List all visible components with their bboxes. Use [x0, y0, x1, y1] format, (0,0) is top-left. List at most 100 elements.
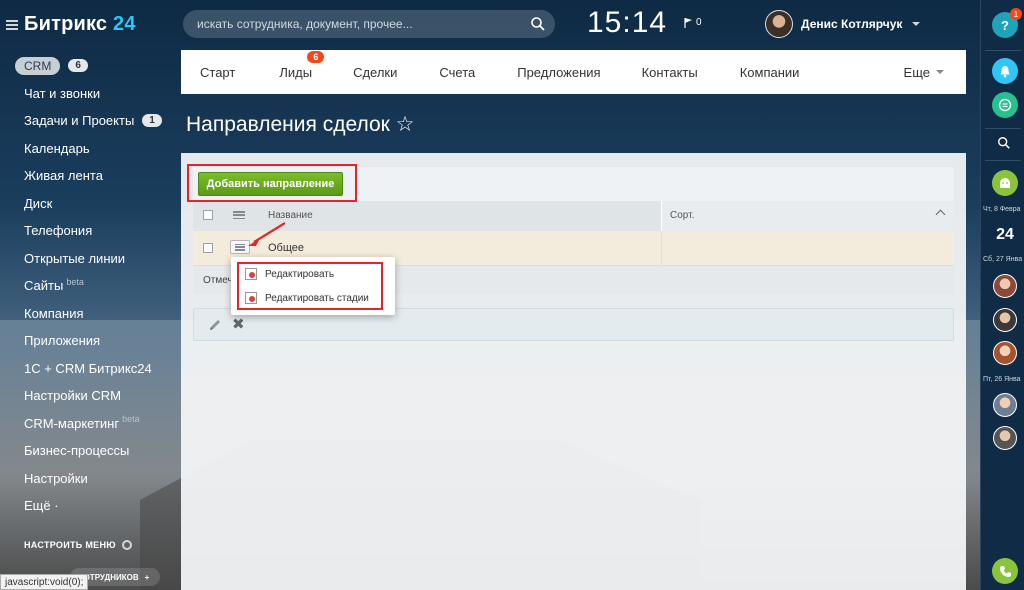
chat-button[interactable]	[992, 92, 1018, 118]
sidebar-item-apps[interactable]: Приложения	[0, 327, 170, 355]
divider	[985, 160, 1021, 161]
sidebar-item-label: Календарь	[24, 140, 90, 156]
sidebar-count-badge: 1	[142, 114, 162, 128]
row-checkbox[interactable]	[203, 243, 213, 253]
sidebar-item-crm[interactable]: CRM 6	[0, 52, 170, 80]
phone-button[interactable]	[992, 558, 1018, 584]
chevron-down-icon	[936, 70, 944, 74]
tab-leads[interactable]: Лиды 6	[279, 50, 325, 80]
chevron-down-icon	[912, 22, 921, 26]
sidebar-item-1c[interactable]: 1С + CRM Битрикс24	[0, 355, 170, 383]
tab-start[interactable]: Старт	[200, 65, 235, 80]
phone-icon	[999, 565, 1011, 577]
android-icon	[1000, 178, 1010, 188]
select-all-checkbox[interactable]	[203, 210, 213, 220]
sidebar-item-label: Чат и звонки	[24, 85, 101, 101]
search-icon[interactable]	[997, 136, 1011, 150]
divider	[985, 50, 1021, 51]
sidebar-item-chat[interactable]: Чат и звонки	[0, 80, 170, 108]
logo-text: Битрикс	[24, 13, 108, 35]
beta-label: beta	[66, 276, 84, 287]
avatar[interactable]	[993, 274, 1017, 298]
sidebar-item-feed[interactable]: Живая лента	[0, 162, 170, 190]
sidebar-item-more[interactable]: Ещё ·	[0, 492, 170, 520]
chat-icon	[998, 98, 1012, 112]
clock[interactable]: 15:14	[587, 6, 667, 40]
user-menu[interactable]: Денис Котлярчук	[765, 10, 921, 38]
sidebar-item-label: Настройки	[24, 470, 88, 486]
sidebar-item-sites[interactable]: Сайты beta	[0, 272, 170, 300]
bitrix24-icon: 24	[996, 226, 1014, 243]
page-title: Направления сделок ☆	[186, 113, 415, 136]
sidebar-item-label: Бизнес-процессы	[24, 443, 130, 459]
plus-icon: +	[144, 572, 150, 582]
tune-menu-link[interactable]: НАСТРОИТЬ МЕНЮ	[24, 540, 132, 550]
android-app-button[interactable]	[992, 170, 1018, 196]
sidebar-item-settings[interactable]: Настройки	[0, 465, 170, 493]
sidebar-item-crm-settings[interactable]: Настройки CRM	[0, 382, 170, 410]
tab-contacts[interactable]: Контакты	[642, 65, 698, 80]
search-input[interactable]	[183, 10, 555, 38]
menu-burger-icon[interactable]	[6, 19, 18, 30]
search-icon[interactable]	[530, 16, 546, 32]
sidebar-menu: CRM 6 Чат и звонки Задачи и Проекты 1 Кале…	[0, 52, 170, 520]
sidebar-item-telephony[interactable]: Телефония	[0, 217, 170, 245]
logo[interactable]: Битрикс 24	[24, 13, 136, 36]
date-label: Чт, 8 Февра	[983, 206, 1021, 213]
flag-count: 0	[696, 17, 702, 28]
crm-top-nav: Старт Лиды 6 Сделки Счета Предложения Кон…	[181, 50, 966, 94]
sidebar-item-label: Телефония	[24, 223, 93, 239]
gear-icon	[121, 540, 132, 550]
sidebar-item-label: CRM	[15, 56, 61, 75]
tab-companies[interactable]: Компании	[740, 65, 800, 80]
sidebar-item-label: CRM-маркетинг	[24, 415, 120, 431]
tab-deals[interactable]: Сделки	[353, 65, 397, 80]
status-bar-tooltip: javascript:void(0);	[0, 574, 89, 590]
sidebar-item-label: Сайты	[24, 278, 64, 294]
tune-menu-label: НАСТРОИТЬ МЕНЮ	[24, 540, 116, 550]
notifications-button[interactable]	[992, 58, 1018, 84]
column-header-sort[interactable]: Сорт.	[661, 201, 954, 231]
date-label: Сб, 27 Янва	[983, 256, 1023, 263]
avatar	[765, 10, 793, 38]
sidebar-item-calendar[interactable]: Календарь	[0, 135, 170, 163]
sidebar-item-label: Диск	[24, 195, 53, 211]
sidebar-item-label: Задачи и Проекты	[24, 113, 135, 129]
row-sort-divider	[661, 231, 662, 266]
sidebar-count-badge: 6	[68, 59, 88, 73]
bitrix24-counter[interactable]: 24	[992, 222, 1018, 248]
column-sort-label: Сорт.	[670, 210, 695, 221]
beta-label: beta	[122, 414, 140, 425]
red-arrow-annotation	[248, 222, 286, 246]
tab-more[interactable]: Еще	[904, 65, 944, 80]
tab-label: Еще	[903, 64, 930, 80]
left-sidebar: Битрикс 24 CRM 6 Чат и звонки Задачи и Пр…	[0, 0, 170, 590]
grid-footer-text: Отмеч	[203, 275, 233, 286]
avatar[interactable]	[993, 393, 1017, 417]
right-bar: ? 1 Чт, 8 Февра 24 Сб, 27 Янва Пт, 26 Ян…	[980, 0, 1024, 590]
help-badge: 1	[1010, 8, 1022, 20]
highlight-add-button	[187, 164, 357, 202]
pencil-icon[interactable]	[208, 318, 222, 332]
divider	[985, 128, 1021, 129]
logo-row: Битрикс 24	[6, 13, 136, 36]
highlight-context-menu	[237, 262, 383, 310]
delete-icon[interactable]: ✖	[232, 315, 245, 333]
avatar[interactable]	[993, 341, 1017, 365]
column-settings-icon[interactable]	[233, 211, 245, 219]
sidebar-item-label: Живая лента	[24, 168, 103, 184]
flag-counter[interactable]: 0	[684, 17, 702, 28]
sidebar-item-tasks[interactable]: Задачи и Проекты 1	[0, 107, 170, 135]
work-area: Добавить направление Название Сорт. Обще…	[181, 153, 966, 590]
sidebar-item-crm-marketing[interactable]: CRM-маркетинг beta	[0, 410, 170, 438]
avatar[interactable]	[993, 308, 1017, 332]
avatar[interactable]	[993, 426, 1017, 450]
tab-invoices[interactable]: Счета	[439, 65, 475, 80]
sidebar-item-company[interactable]: Компания	[0, 300, 170, 328]
tab-label: Лиды	[279, 64, 313, 80]
sidebar-item-open-lines[interactable]: Открытые линии	[0, 245, 170, 273]
tab-quotes[interactable]: Предложения	[517, 65, 600, 80]
sidebar-item-bizproc[interactable]: Бизнес-процессы	[0, 437, 170, 465]
sidebar-item-disk[interactable]: Диск	[0, 190, 170, 218]
grid-header: Название Сорт.	[193, 201, 954, 231]
